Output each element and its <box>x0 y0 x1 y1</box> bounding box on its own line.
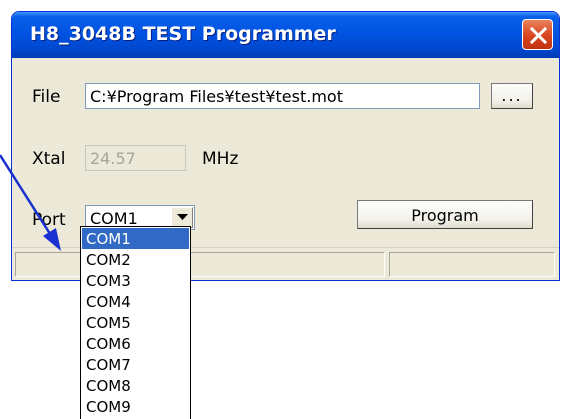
port-label: Port <box>32 210 66 230</box>
chevron-down-icon <box>177 214 188 220</box>
port-option[interactable]: COM5 <box>82 312 189 333</box>
close-icon <box>529 26 548 45</box>
xtal-label: Xtal <box>32 149 66 169</box>
status-pane-main <box>15 252 385 277</box>
status-pane-secondary <box>389 252 555 277</box>
program-button[interactable]: Program <box>357 200 533 229</box>
port-option[interactable]: COM8 <box>82 375 189 396</box>
port-dropdown-list: COM1 COM2 COM3 COM4 COM5 COM6 COM7 COM8 … <box>80 226 191 419</box>
port-dropdown-button[interactable] <box>171 207 193 228</box>
xtal-unit-label: MHz <box>202 149 239 169</box>
port-option[interactable]: COM4 <box>82 291 189 312</box>
port-option[interactable]: COM3 <box>82 270 189 291</box>
window-title: H8_3048B TEST Programmer <box>30 23 336 45</box>
file-label: File <box>32 87 61 107</box>
port-option[interactable]: COM1 <box>82 228 189 249</box>
title-bar[interactable]: H8_3048B TEST Programmer <box>12 12 559 58</box>
screenshot-stage: H8_3048B TEST Programmer File C:¥Program… <box>0 0 571 419</box>
browse-button[interactable]: ... <box>491 83 533 109</box>
file-path-input[interactable]: C:¥Program Files¥test¥test.mot <box>85 83 480 109</box>
close-button[interactable] <box>522 19 553 50</box>
port-option[interactable]: COM7 <box>82 354 189 375</box>
port-option[interactable]: COM9 <box>82 396 189 417</box>
xtal-input[interactable]: 24.57 <box>85 145 186 171</box>
port-option[interactable]: COM2 <box>82 249 189 270</box>
port-option[interactable]: COM6 <box>82 333 189 354</box>
